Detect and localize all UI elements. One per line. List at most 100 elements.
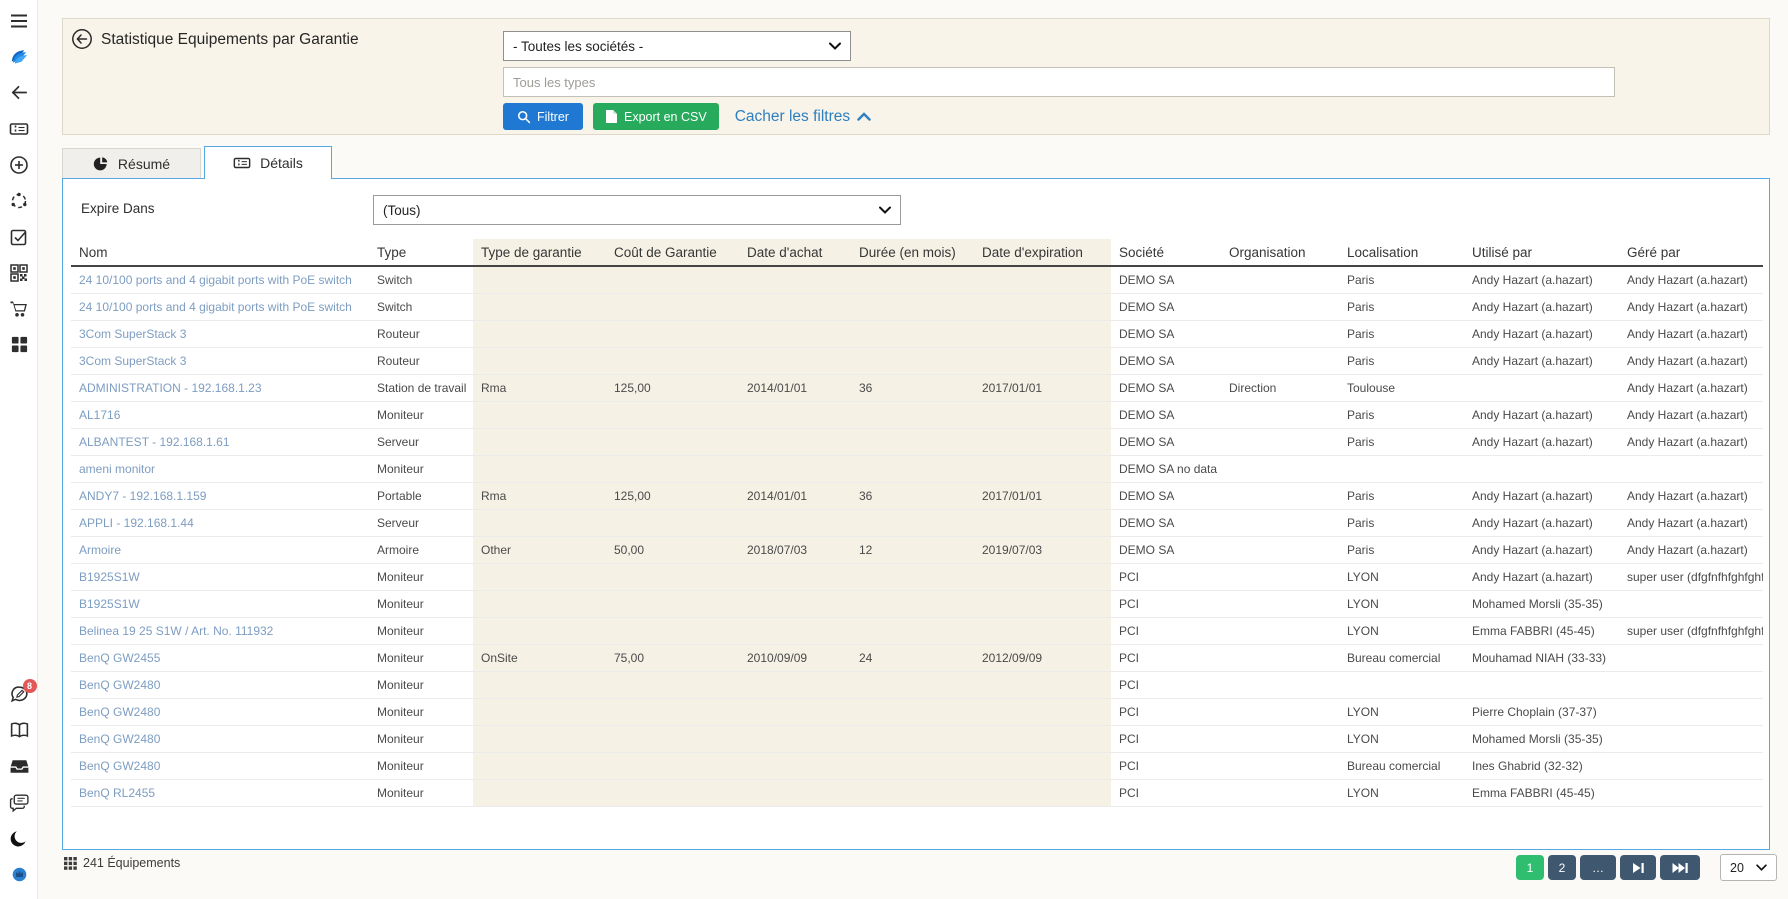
tab-resume[interactable]: Résumé bbox=[62, 148, 201, 178]
page-more-button[interactable]: … bbox=[1580, 855, 1616, 880]
cell bbox=[851, 779, 974, 806]
plus-circle-icon[interactable] bbox=[9, 154, 30, 175]
equipment-link[interactable]: BenQ GW2480 bbox=[71, 725, 369, 752]
cell: Andy Hazart (a.hazart) bbox=[1464, 320, 1619, 347]
cell bbox=[974, 428, 1111, 455]
last-page-button[interactable] bbox=[1660, 855, 1700, 880]
table-row: BenQ GW2480MoniteurPCILYONMohamed Morsli… bbox=[71, 725, 1763, 752]
inbox-icon[interactable] bbox=[9, 756, 30, 777]
equipment-link[interactable]: BenQ GW2455 bbox=[71, 644, 369, 671]
equipment-link[interactable]: 3Com SuperStack 3 bbox=[71, 347, 369, 374]
cell bbox=[974, 671, 1111, 698]
cell bbox=[606, 671, 739, 698]
column-header: Date d'achat bbox=[739, 239, 851, 266]
comments-icon[interactable] bbox=[9, 792, 30, 813]
chat-notification-icon[interactable]: 8 bbox=[9, 684, 30, 705]
cell bbox=[473, 671, 606, 698]
dark-mode-icon[interactable] bbox=[9, 828, 30, 849]
equipment-link[interactable]: 24 10/100 ports and 4 gigabit ports with… bbox=[71, 266, 369, 293]
qrcode-icon[interactable] bbox=[9, 262, 30, 283]
cell: Paris bbox=[1339, 482, 1464, 509]
cell: 2017/01/01 bbox=[974, 374, 1111, 401]
equipment-link[interactable]: B1925S1W bbox=[71, 563, 369, 590]
hide-filters-link[interactable]: Cacher les filtres bbox=[735, 108, 871, 126]
cell bbox=[1221, 752, 1339, 779]
back-button[interactable] bbox=[71, 28, 93, 50]
assistant-icon[interactable] bbox=[9, 864, 30, 885]
cell bbox=[974, 725, 1111, 752]
next-page-button[interactable] bbox=[1620, 855, 1656, 880]
cell bbox=[1464, 671, 1619, 698]
tab-details[interactable]: Détails bbox=[204, 146, 332, 179]
page-title: Statistique Equipements par Garantie bbox=[101, 30, 359, 50]
chevron-up-icon bbox=[857, 112, 871, 121]
page-size-select[interactable]: 20 bbox=[1720, 854, 1777, 881]
cell bbox=[606, 725, 739, 752]
cell bbox=[473, 779, 606, 806]
cell: PCI bbox=[1111, 698, 1221, 725]
cell: Andy Hazart (a.hazart) bbox=[1464, 509, 1619, 536]
cell bbox=[974, 455, 1111, 482]
equipment-link[interactable]: ALBANTEST - 192.168.1.61 bbox=[71, 428, 369, 455]
equipment-link[interactable]: ANDY7 - 192.168.1.159 bbox=[71, 482, 369, 509]
cell bbox=[473, 563, 606, 590]
cell bbox=[851, 590, 974, 617]
cell bbox=[974, 266, 1111, 293]
cell: Andy Hazart (a.hazart) bbox=[1619, 536, 1763, 563]
cell bbox=[1339, 455, 1464, 482]
cell bbox=[606, 563, 739, 590]
equipment-link[interactable]: BenQ RL2455 bbox=[71, 779, 369, 806]
cell: Moniteur bbox=[369, 617, 473, 644]
cell bbox=[851, 725, 974, 752]
cell: Andy Hazart (a.hazart) bbox=[1464, 266, 1619, 293]
equipment-link[interactable]: BenQ GW2480 bbox=[71, 698, 369, 725]
types-input[interactable] bbox=[503, 67, 1615, 97]
ticket-icon[interactable] bbox=[9, 118, 30, 139]
equipment-link[interactable]: 3Com SuperStack 3 bbox=[71, 320, 369, 347]
apps-grid-icon[interactable] bbox=[9, 334, 30, 355]
equipment-link[interactable]: ADMINISTRATION - 192.168.1.23 bbox=[71, 374, 369, 401]
export-csv-button[interactable]: Export en CSV bbox=[593, 103, 719, 130]
cell bbox=[1619, 752, 1763, 779]
cell bbox=[1619, 698, 1763, 725]
cell: Armoire bbox=[369, 536, 473, 563]
checkbox-icon[interactable] bbox=[9, 226, 30, 247]
cell bbox=[473, 428, 606, 455]
equipment-link[interactable]: B1925S1W bbox=[71, 590, 369, 617]
app-logo-icon[interactable] bbox=[9, 46, 30, 67]
cell bbox=[974, 293, 1111, 320]
expire-select[interactable]: (Tous) bbox=[373, 195, 901, 225]
page-1-button[interactable]: 1 bbox=[1516, 855, 1544, 880]
equipment-link[interactable]: Belinea 19 25 S1W / Art. No. 111932 bbox=[71, 617, 369, 644]
table-row: 3Com SuperStack 3RouteurDEMO SAParisAndy… bbox=[71, 320, 1763, 347]
cell bbox=[1221, 428, 1339, 455]
cell: DEMO SA bbox=[1111, 536, 1221, 563]
equipment-link[interactable]: Armoire bbox=[71, 536, 369, 563]
cell bbox=[1619, 779, 1763, 806]
cell: Moniteur bbox=[369, 752, 473, 779]
community-icon[interactable] bbox=[9, 190, 30, 211]
cell: Moniteur bbox=[369, 725, 473, 752]
back-arrow-icon[interactable] bbox=[9, 82, 30, 103]
menu-icon[interactable] bbox=[9, 10, 30, 31]
book-icon[interactable] bbox=[9, 720, 30, 741]
cell bbox=[851, 671, 974, 698]
cell bbox=[739, 563, 851, 590]
cell: 2012/09/09 bbox=[974, 644, 1111, 671]
page-2-button[interactable]: 2 bbox=[1548, 855, 1576, 880]
equipment-link[interactable]: ameni monitor bbox=[71, 455, 369, 482]
cell bbox=[851, 617, 974, 644]
cell: Toulouse bbox=[1339, 374, 1464, 401]
filter-button[interactable]: Filtrer bbox=[503, 103, 583, 130]
equipment-link[interactable]: BenQ GW2480 bbox=[71, 671, 369, 698]
table-row: BenQ RL2455MoniteurPCILYONEmma FABBRI (4… bbox=[71, 779, 1763, 806]
equipment-link[interactable]: AL1716 bbox=[71, 401, 369, 428]
equipment-link[interactable]: APPLI - 192.168.1.44 bbox=[71, 509, 369, 536]
cell: 2019/07/03 bbox=[974, 536, 1111, 563]
cell: Andy Hazart (a.hazart) bbox=[1464, 482, 1619, 509]
cart-icon[interactable] bbox=[9, 298, 30, 319]
cell bbox=[739, 266, 851, 293]
company-select[interactable]: - Toutes les sociétés - bbox=[503, 31, 851, 61]
equipment-link[interactable]: 24 10/100 ports and 4 gigabit ports with… bbox=[71, 293, 369, 320]
equipment-link[interactable]: BenQ GW2480 bbox=[71, 752, 369, 779]
